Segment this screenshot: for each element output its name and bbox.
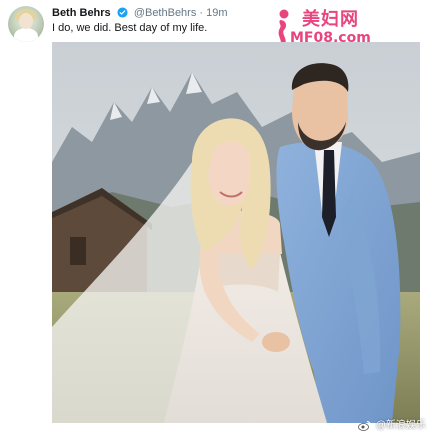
weibo-watermark: @新浪娱乐 <box>358 416 426 434</box>
user-handle[interactable]: @BethBehrs <box>134 7 197 19</box>
tweet-photo[interactable] <box>52 42 420 423</box>
avatar[interactable] <box>8 6 44 42</box>
weibo-icon <box>358 420 371 434</box>
timestamp[interactable]: 19m <box>206 7 227 19</box>
tweet-author-line: Beth Behrs @BethBehrs · 19m <box>52 7 228 21</box>
tweet-text: I do, we did. Best day of my life. <box>52 22 208 34</box>
display-name[interactable]: Beth Behrs <box>52 7 111 19</box>
separator-dot: · <box>199 7 204 19</box>
weibo-watermark-text: @新浪娱乐 <box>375 420 426 431</box>
watermark-title: 美妇网 <box>302 9 359 30</box>
verified-badge-icon <box>117 7 128 21</box>
wedding-photo-image <box>52 42 420 423</box>
